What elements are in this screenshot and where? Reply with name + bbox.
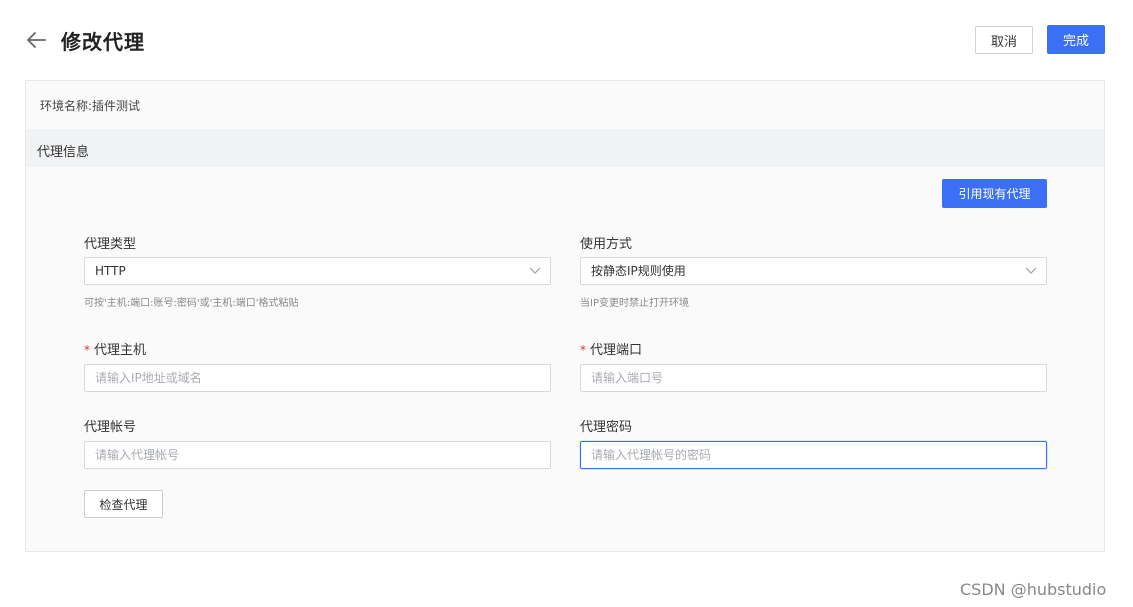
environment-name-value: 插件测试 [92,99,141,113]
proxy-host-input[interactable] [84,364,551,392]
usage-mode-selected-value: 按静态IP规则使用 [591,264,686,278]
required-mark: * [84,343,90,357]
chevron-down-icon [529,267,541,274]
watermark: CSDN @hubstudio [960,580,1107,599]
proxy-type-label: 代理类型 [84,237,137,252]
proxy-info-section-header: 代理信息 [26,129,1104,167]
cancel-button[interactable]: 取消 [975,26,1033,54]
back-arrow-icon[interactable] [24,28,48,52]
proxy-account-label: 代理帐号 [84,420,137,435]
usage-mode-select[interactable]: 按静态IP规则使用 [580,257,1047,285]
page-header: 修改代理 取消 完成 [0,0,1133,80]
proxy-port-label: 代理端口 [590,343,643,358]
proxy-type-hint: 可按'主机:端口:账号:密码'或'主机:端口'格式粘贴 [84,298,299,309]
usage-mode-label: 使用方式 [580,237,633,252]
proxy-password-label: 代理密码 [580,420,633,435]
environment-name-label: 环境名称: [40,99,93,113]
proxy-host-label: 代理主机 [94,343,147,358]
done-button[interactable]: 完成 [1047,25,1105,54]
proxy-form-panel: 环境名称:插件测试 代理信息 引用现有代理 代理类型 HTTP 可按'主机:端口… [25,80,1105,552]
section-title: 代理信息 [37,145,90,160]
page-title: 修改代理 [61,30,145,54]
usage-mode-hint: 当IP变更时禁止打开环境 [580,298,689,309]
required-mark: * [580,343,586,357]
proxy-port-input[interactable] [580,364,1047,392]
check-proxy-button[interactable]: 检查代理 [84,490,163,518]
proxy-host-label-row: * 代理主机 [84,339,146,358]
reference-existing-proxy-button[interactable]: 引用现有代理 [942,179,1047,208]
proxy-account-input[interactable] [84,441,551,469]
proxy-port-label-row: * 代理端口 [580,339,642,358]
proxy-type-select[interactable]: HTTP [84,257,551,285]
environment-name: 环境名称:插件测试 [40,97,140,114]
proxy-password-input[interactable] [580,441,1047,469]
proxy-type-selected-value: HTTP [95,264,126,278]
chevron-down-icon [1025,267,1037,274]
